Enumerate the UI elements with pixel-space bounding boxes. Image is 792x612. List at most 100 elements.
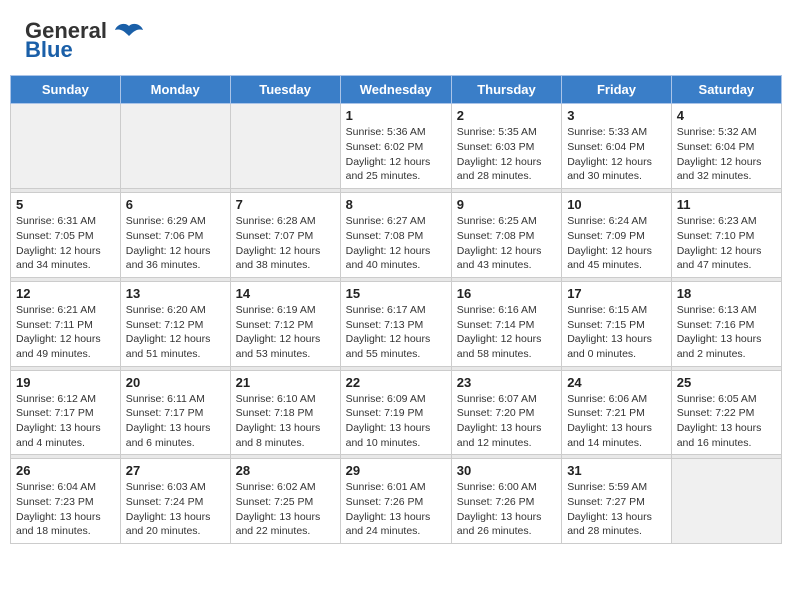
day-header-tuesday: Tuesday	[230, 76, 340, 104]
day-info: Sunrise: 6:05 AM Sunset: 7:22 PM Dayligh…	[677, 392, 776, 451]
calendar-day: 9Sunrise: 6:25 AM Sunset: 7:08 PM Daylig…	[451, 193, 561, 278]
day-info: Sunrise: 6:01 AM Sunset: 7:26 PM Dayligh…	[346, 480, 446, 539]
day-number: 31	[567, 463, 666, 478]
day-number: 27	[126, 463, 225, 478]
day-number: 17	[567, 286, 666, 301]
day-number: 10	[567, 197, 666, 212]
calendar-week-3: 12 Sunrise: 6:21 AM Sunset: 7:11 PM Dayli…	[11, 281, 782, 366]
calendar-day: 1Sunrise: 5:36 AM Sunset: 6:02 PM Daylig…	[340, 104, 451, 189]
day-number: 13	[126, 286, 225, 301]
day-header-saturday: Saturday	[671, 76, 781, 104]
day-info: Sunrise: 5:33 AM Sunset: 6:04 PM Dayligh…	[567, 125, 666, 184]
calendar-table: SundayMondayTuesdayWednesdayThursdayFrid…	[10, 75, 782, 544]
calendar-day: 3Sunrise: 5:33 AM Sunset: 6:04 PM Daylig…	[562, 104, 672, 189]
calendar-day: 22 Sunrise: 6:09 AM Sunset: 7:19 PM Dayli…	[340, 370, 451, 455]
logo: General Blue	[25, 20, 143, 62]
day-number: 15	[346, 286, 446, 301]
day-info: Sunrise: 6:04 AM Sunset: 7:23 PM Dayligh…	[16, 480, 115, 539]
day-header-wednesday: Wednesday	[340, 76, 451, 104]
day-info: Sunrise: 5:35 AM Sunset: 6:03 PM Dayligh…	[457, 125, 556, 184]
calendar-day: 28 Sunrise: 6:02 AM Sunset: 7:25 PM Dayli…	[230, 459, 340, 544]
day-info: Sunrise: 6:31 AM Sunset: 7:05 PM Dayligh…	[16, 214, 115, 273]
calendar-day: 20 Sunrise: 6:11 AM Sunset: 7:17 PM Dayli…	[120, 370, 230, 455]
day-info: Sunrise: 6:03 AM Sunset: 7:24 PM Dayligh…	[126, 480, 225, 539]
day-number: 22	[346, 375, 446, 390]
day-header-friday: Friday	[562, 76, 672, 104]
day-info: Sunrise: 6:10 AM Sunset: 7:18 PM Dayligh…	[236, 392, 335, 451]
calendar-day	[230, 104, 340, 189]
calendar-day: 16 Sunrise: 6:16 AM Sunset: 7:14 PM Dayli…	[451, 281, 561, 366]
logo-bird-icon	[115, 22, 143, 42]
day-number: 19	[16, 375, 115, 390]
day-number: 16	[457, 286, 556, 301]
calendar-week-4: 19 Sunrise: 6:12 AM Sunset: 7:17 PM Dayli…	[11, 370, 782, 455]
day-number: 24	[567, 375, 666, 390]
day-number: 21	[236, 375, 335, 390]
calendar-day	[11, 104, 121, 189]
day-number: 20	[126, 375, 225, 390]
day-info: Sunrise: 6:21 AM Sunset: 7:11 PM Dayligh…	[16, 303, 115, 362]
calendar-day: 13 Sunrise: 6:20 AM Sunset: 7:12 PM Dayli…	[120, 281, 230, 366]
day-number: 7	[236, 197, 335, 212]
calendar-week-5: 26 Sunrise: 6:04 AM Sunset: 7:23 PM Dayli…	[11, 459, 782, 544]
day-info: Sunrise: 5:36 AM Sunset: 6:02 PM Dayligh…	[346, 125, 446, 184]
day-number: 14	[236, 286, 335, 301]
calendar-day: 14 Sunrise: 6:19 AM Sunset: 7:12 PM Dayli…	[230, 281, 340, 366]
day-number: 4	[677, 108, 776, 123]
day-number: 11	[677, 197, 776, 212]
day-header-monday: Monday	[120, 76, 230, 104]
calendar-day: 11 Sunrise: 6:23 AM Sunset: 7:10 PM Dayli…	[671, 193, 781, 278]
calendar-day	[671, 459, 781, 544]
day-info: Sunrise: 5:59 AM Sunset: 7:27 PM Dayligh…	[567, 480, 666, 539]
calendar-day: 24 Sunrise: 6:06 AM Sunset: 7:21 PM Dayli…	[562, 370, 672, 455]
day-number: 6	[126, 197, 225, 212]
calendar-day: 12 Sunrise: 6:21 AM Sunset: 7:11 PM Dayli…	[11, 281, 121, 366]
day-number: 2	[457, 108, 556, 123]
day-number: 28	[236, 463, 335, 478]
day-info: Sunrise: 6:24 AM Sunset: 7:09 PM Dayligh…	[567, 214, 666, 273]
calendar-day: 19 Sunrise: 6:12 AM Sunset: 7:17 PM Dayli…	[11, 370, 121, 455]
day-info: Sunrise: 6:23 AM Sunset: 7:10 PM Dayligh…	[677, 214, 776, 273]
calendar-day: 26 Sunrise: 6:04 AM Sunset: 7:23 PM Dayli…	[11, 459, 121, 544]
calendar-day: 29Sunrise: 6:01 AM Sunset: 7:26 PM Dayli…	[340, 459, 451, 544]
calendar-day: 27 Sunrise: 6:03 AM Sunset: 7:24 PM Dayli…	[120, 459, 230, 544]
calendar-day: 8 Sunrise: 6:27 AM Sunset: 7:08 PM Daylig…	[340, 193, 451, 278]
calendar-day: 7 Sunrise: 6:28 AM Sunset: 7:07 PM Daylig…	[230, 193, 340, 278]
day-info: Sunrise: 5:32 AM Sunset: 6:04 PM Dayligh…	[677, 125, 776, 184]
calendar-header-row: SundayMondayTuesdayWednesdayThursdayFrid…	[11, 76, 782, 104]
calendar-day: 6 Sunrise: 6:29 AM Sunset: 7:06 PM Daylig…	[120, 193, 230, 278]
day-info: Sunrise: 6:28 AM Sunset: 7:07 PM Dayligh…	[236, 214, 335, 273]
day-number: 23	[457, 375, 556, 390]
calendar-day: 15 Sunrise: 6:17 AM Sunset: 7:13 PM Dayli…	[340, 281, 451, 366]
day-info: Sunrise: 6:12 AM Sunset: 7:17 PM Dayligh…	[16, 392, 115, 451]
day-info: Sunrise: 6:07 AM Sunset: 7:20 PM Dayligh…	[457, 392, 556, 451]
day-info: Sunrise: 6:02 AM Sunset: 7:25 PM Dayligh…	[236, 480, 335, 539]
calendar-day: 10 Sunrise: 6:24 AM Sunset: 7:09 PM Dayli…	[562, 193, 672, 278]
day-info: Sunrise: 6:09 AM Sunset: 7:19 PM Dayligh…	[346, 392, 446, 451]
day-header-sunday: Sunday	[11, 76, 121, 104]
calendar-day: 2 Sunrise: 5:35 AM Sunset: 6:03 PM Daylig…	[451, 104, 561, 189]
logo-blue-text: Blue	[25, 38, 73, 62]
calendar-day: 25Sunrise: 6:05 AM Sunset: 7:22 PM Dayli…	[671, 370, 781, 455]
day-number: 30	[457, 463, 556, 478]
day-info: Sunrise: 6:16 AM Sunset: 7:14 PM Dayligh…	[457, 303, 556, 362]
day-info: Sunrise: 6:06 AM Sunset: 7:21 PM Dayligh…	[567, 392, 666, 451]
day-info: Sunrise: 6:27 AM Sunset: 7:08 PM Dayligh…	[346, 214, 446, 273]
calendar-day: 21 Sunrise: 6:10 AM Sunset: 7:18 PM Dayli…	[230, 370, 340, 455]
day-info: Sunrise: 6:17 AM Sunset: 7:13 PM Dayligh…	[346, 303, 446, 362]
day-number: 9	[457, 197, 556, 212]
day-info: Sunrise: 6:19 AM Sunset: 7:12 PM Dayligh…	[236, 303, 335, 362]
calendar-day: 31 Sunrise: 5:59 AM Sunset: 7:27 PM Dayli…	[562, 459, 672, 544]
day-number: 26	[16, 463, 115, 478]
day-info: Sunrise: 6:29 AM Sunset: 7:06 PM Dayligh…	[126, 214, 225, 273]
day-number: 12	[16, 286, 115, 301]
day-info: Sunrise: 6:20 AM Sunset: 7:12 PM Dayligh…	[126, 303, 225, 362]
day-number: 18	[677, 286, 776, 301]
day-info: Sunrise: 6:11 AM Sunset: 7:17 PM Dayligh…	[126, 392, 225, 451]
day-info: Sunrise: 6:15 AM Sunset: 7:15 PM Dayligh…	[567, 303, 666, 362]
calendar-day: 18Sunrise: 6:13 AM Sunset: 7:16 PM Dayli…	[671, 281, 781, 366]
day-number: 8	[346, 197, 446, 212]
page-header: General Blue	[10, 10, 782, 67]
calendar-day: 23 Sunrise: 6:07 AM Sunset: 7:20 PM Dayli…	[451, 370, 561, 455]
day-info: Sunrise: 6:00 AM Sunset: 7:26 PM Dayligh…	[457, 480, 556, 539]
